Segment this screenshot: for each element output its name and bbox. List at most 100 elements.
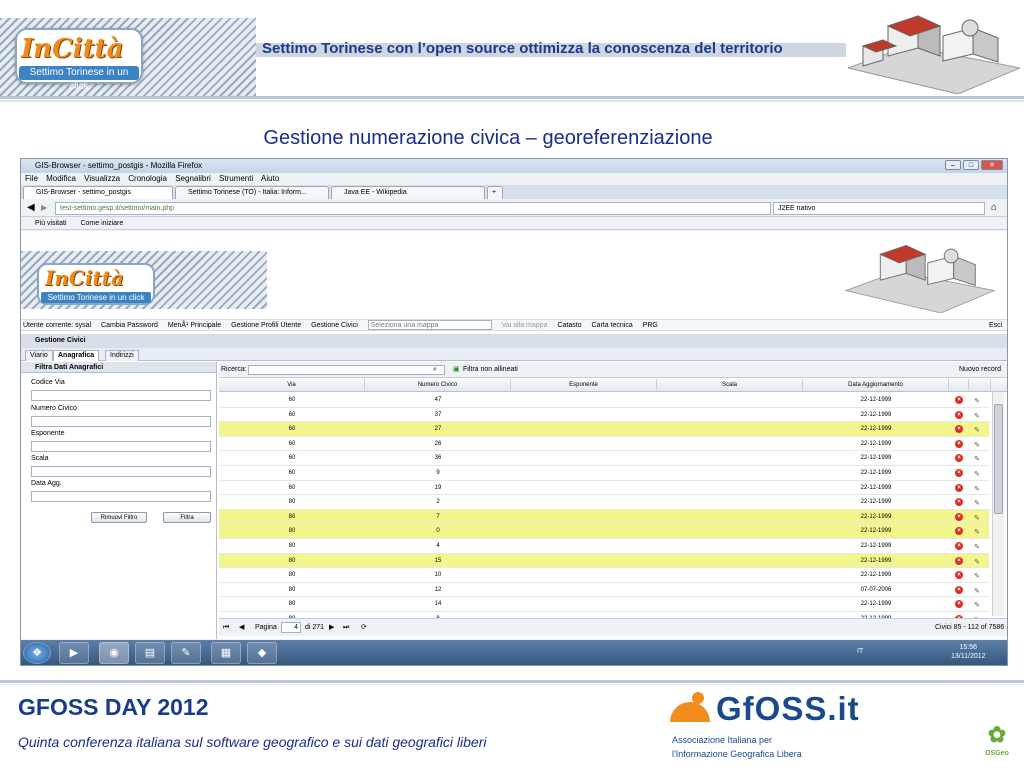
delete-icon[interactable]: ×: [955, 512, 963, 521]
language-indicator[interactable]: IT: [857, 648, 863, 655]
clock[interactable]: 15:56 13/11/2012: [951, 643, 986, 661]
grid-search-icon[interactable]: ⌕: [433, 362, 437, 378]
prev-page-icon[interactable]: ◀: [239, 619, 244, 636]
delete-icon[interactable]: ×: [955, 585, 963, 594]
forward-icon[interactable]: ▶: [41, 203, 47, 212]
tab-gis-browser[interactable]: GIS-Browser - settimo_postgis: [23, 186, 173, 199]
esponente-input[interactable]: [31, 441, 211, 452]
delete-icon[interactable]: ×: [955, 527, 963, 536]
table-row[interactable]: 60 19 22-12-1999 × ✎: [219, 481, 989, 496]
grid-search-input[interactable]: [248, 365, 445, 375]
delete-icon[interactable]: ×: [955, 396, 963, 404]
delete-icon[interactable]: ×: [955, 600, 963, 609]
tab-viario[interactable]: Viario: [25, 350, 53, 361]
home-icon[interactable]: ⌂: [991, 202, 997, 213]
page-input[interactable]: 4: [281, 622, 301, 633]
civics-button[interactable]: Gestione Civici: [311, 322, 358, 329]
tab-indirizzi[interactable]: Indirizzi: [105, 350, 139, 361]
carta-tecnica-button[interactable]: Carta tecnica: [592, 322, 633, 329]
numero-civico-input[interactable]: [31, 416, 211, 427]
col-scala[interactable]: Scala: [657, 379, 803, 392]
catasto-button[interactable]: Catasto: [557, 322, 581, 329]
col-esponente[interactable]: Esponente: [511, 379, 657, 392]
profiles-button[interactable]: Gestione Profili Utente: [231, 322, 301, 329]
delete-icon[interactable]: ×: [955, 556, 963, 565]
col-numero-civico[interactable]: Numero Civico: [365, 379, 511, 392]
maximize-button[interactable]: □: [963, 160, 979, 170]
menu-modifica[interactable]: Modifica: [46, 174, 76, 183]
menu-aiuto[interactable]: Aiuto: [261, 174, 279, 183]
tab-anagrafica[interactable]: Anagrafica: [53, 350, 100, 361]
codice-via-input[interactable]: [31, 390, 211, 401]
explorer-icon[interactable]: ▤: [135, 642, 165, 664]
menu-visualizza[interactable]: Visualizza: [84, 174, 120, 183]
filter-not-aligned-button[interactable]: Filtra non allineati: [463, 362, 518, 378]
first-page-icon[interactable]: ⏮: [223, 619, 229, 636]
bookmark-come-iniziare[interactable]: Come iniziare: [80, 220, 123, 227]
paint-icon[interactable]: ✎: [171, 642, 201, 664]
app-icon[interactable]: ◆: [247, 642, 277, 664]
menu-strumenti[interactable]: Strumenti: [219, 174, 253, 183]
table-row[interactable]: 80 0 22-12-1999 × ✎: [219, 524, 989, 539]
table-row[interactable]: 60 37 22-12-1999 × ✎: [219, 408, 989, 423]
exit-button[interactable]: Esci: [989, 320, 1002, 332]
change-password-button[interactable]: Cambia Password: [101, 322, 158, 329]
table-row[interactable]: 80 7 22-12-1999 × ✎: [219, 509, 989, 525]
table-row[interactable]: 80 15 22-12-1999 × ✎: [219, 553, 989, 569]
new-record-button[interactable]: Nuovo record: [959, 362, 1001, 378]
grid-scrollbar[interactable]: [992, 392, 1004, 616]
apply-filter-button[interactable]: Filtra: [163, 512, 211, 523]
new-tab-button[interactable]: +: [487, 186, 503, 199]
table-row[interactable]: 60 9 22-12-1999 × ✎: [219, 466, 989, 481]
url-input[interactable]: test-settimo.gesp.it/settimo/main.php: [55, 202, 771, 215]
search-input[interactable]: J2EE nativo: [773, 202, 985, 215]
delete-icon[interactable]: ×: [955, 483, 963, 492]
col-data-aggiornamento[interactable]: Data Aggiornamento: [803, 379, 949, 392]
table-row[interactable]: 60 36 22-12-1999 × ✎: [219, 451, 989, 466]
table-row[interactable]: 80 12 07-07-2006 × ✎: [219, 583, 989, 598]
delete-icon[interactable]: ×: [955, 571, 963, 580]
tab-javaee[interactable]: Java EE - Wikipedia: [331, 186, 485, 199]
table-row[interactable]: 60 26 22-12-1999 × ✎: [219, 437, 989, 452]
main-menu-button[interactable]: MenÃ¹ Principale: [168, 322, 221, 329]
delete-icon[interactable]: ×: [955, 454, 963, 463]
menu-file[interactable]: File: [25, 174, 38, 183]
media-player-icon[interactable]: ▶: [59, 642, 89, 664]
table-row[interactable]: 60 27 22-12-1999 × ✎: [219, 422, 989, 437]
delete-icon[interactable]: ×: [955, 439, 963, 448]
table-row[interactable]: 80 2 22-12-1999 × ✎: [219, 495, 989, 510]
back-icon[interactable]: ◀: [27, 202, 35, 213]
remove-filter-button[interactable]: Rimuovi Filtro: [91, 512, 147, 523]
table-row[interactable]: 80 4 22-12-1999 × ✎: [219, 539, 989, 554]
menu-segnalibri[interactable]: Segnalibri: [175, 174, 211, 183]
bookmark-piu-visitati[interactable]: Più visitati: [35, 220, 67, 227]
scrollbar-thumb[interactable]: [994, 404, 1003, 514]
prg-button[interactable]: PRG: [643, 322, 658, 329]
delete-icon[interactable]: ×: [955, 425, 963, 434]
app-toolbar: Utente corrente: sysal Cambia Password M…: [21, 319, 1007, 331]
refresh-icon[interactable]: ⟳: [361, 619, 367, 636]
next-page-icon[interactable]: ▶: [329, 619, 334, 636]
start-button[interactable]: ❖: [23, 642, 51, 664]
close-button[interactable]: ✕: [981, 160, 1003, 170]
table-row[interactable]: 60 47 22-12-1999 × ✎: [219, 393, 989, 408]
table-row[interactable]: 80 10 22-12-1999 × ✎: [219, 568, 989, 583]
tab-settimo[interactable]: Settimo Torinese (TO) - Italia: Inform..…: [175, 186, 329, 199]
notepad-icon[interactable]: ▦: [211, 642, 241, 664]
delete-icon[interactable]: ×: [955, 469, 963, 477]
data-agg-input[interactable]: [31, 491, 211, 502]
delete-icon[interactable]: ×: [955, 542, 963, 550]
table-row[interactable]: 80 14 22-12-1999 × ✎: [219, 597, 989, 612]
delete-icon[interactable]: ×: [955, 410, 963, 419]
minimize-button[interactable]: –: [945, 160, 961, 170]
label-esponente: Esponente: [31, 430, 65, 437]
map-select[interactable]: Seleziona una mappa: [367, 320, 492, 331]
cell-data: 22-12-1999: [860, 572, 892, 579]
delete-icon[interactable]: ×: [955, 498, 963, 507]
firefox-icon[interactable]: ◉: [99, 642, 129, 664]
menu-cronologia[interactable]: Cronologia: [128, 174, 167, 183]
col-via[interactable]: Via: [219, 379, 365, 392]
go-map-button[interactable]: Vai alla mappa: [502, 322, 548, 329]
last-page-icon[interactable]: ⏭: [343, 619, 349, 636]
scala-input[interactable]: [31, 466, 211, 477]
